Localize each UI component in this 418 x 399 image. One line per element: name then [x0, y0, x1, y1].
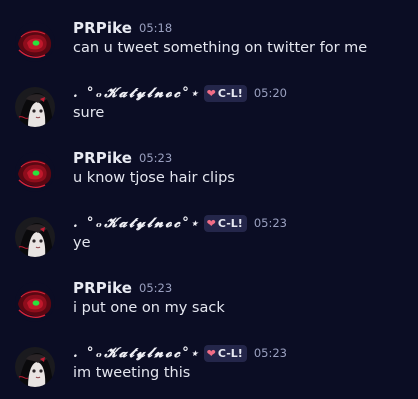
anime-girl-avatar-icon: [15, 217, 55, 257]
badge-label: C-L!: [217, 216, 243, 230]
timestamp: 05:23: [253, 346, 287, 360]
avatar[interactable]: [15, 152, 55, 192]
heart-icon: ❤: [206, 86, 216, 100]
message-text: ye: [73, 235, 91, 251]
anime-girl-avatar-icon: [15, 347, 55, 387]
chat-message[interactable]: . °ₒ𝓚𝓪𝓽𝔂𝓵𝓷𝓸𝓬°⋆ ❤ C-L! 05:23 im tweeting …: [0, 343, 418, 399]
guild-tag-badge[interactable]: ❤ C-L!: [203, 84, 247, 102]
timestamp: 05:23: [253, 216, 287, 230]
guild-tag-badge[interactable]: ❤ C-L!: [203, 214, 247, 232]
avatar[interactable]: [15, 282, 55, 322]
badge-label: C-L!: [217, 346, 243, 360]
heart-icon: ❤: [206, 346, 216, 360]
message-text: i put one on my sack: [73, 300, 225, 316]
chat-message[interactable]: . °ₒ𝓚𝓪𝓽𝔂𝓵𝓷𝓸𝓬°⋆ ❤ C-L! 05:23 ye: [0, 213, 418, 269]
heart-icon: ❤: [206, 216, 216, 230]
rose-avatar-icon: [15, 152, 55, 192]
avatar[interactable]: [15, 22, 55, 62]
message-text: sure: [73, 105, 105, 121]
timestamp: 05:23: [139, 151, 173, 165]
timestamp: 05:18: [139, 21, 173, 35]
rose-avatar-icon: [15, 22, 55, 62]
username[interactable]: . °ₒ𝓚𝓪𝓽𝔂𝓵𝓷𝓸𝓬°⋆: [73, 345, 200, 361]
message-text: can u tweet something on twitter for me: [73, 40, 368, 56]
timestamp: 05:23: [139, 281, 173, 295]
chat-message[interactable]: PRPike 05:23 i put one on my sack: [0, 278, 418, 334]
avatar[interactable]: [15, 217, 55, 257]
username[interactable]: PRPike: [73, 149, 132, 167]
chat-message-list: PRPike 05:18 can u tweet something on tw…: [0, 0, 418, 396]
chat-message[interactable]: PRPike 05:18 can u tweet something on tw…: [0, 18, 418, 74]
avatar[interactable]: [15, 347, 55, 387]
anime-girl-avatar-icon: [15, 87, 55, 127]
rose-avatar-icon: [15, 282, 55, 322]
timestamp: 05:20: [253, 86, 287, 100]
username[interactable]: PRPike: [73, 279, 132, 297]
chat-message[interactable]: . °ₒ𝓚𝓪𝓽𝔂𝓵𝓷𝓸𝓬°⋆ ❤ C-L! 05:20 sure: [0, 83, 418, 139]
username[interactable]: . °ₒ𝓚𝓪𝓽𝔂𝓵𝓷𝓸𝓬°⋆: [73, 85, 200, 101]
chat-message[interactable]: PRPike 05:23 u know tjose hair clips: [0, 148, 418, 204]
username[interactable]: PRPike: [73, 19, 132, 37]
guild-tag-badge[interactable]: ❤ C-L!: [203, 344, 247, 362]
message-text: u know tjose hair clips: [73, 170, 235, 186]
message-text: im tweeting this: [73, 365, 191, 381]
username[interactable]: . °ₒ𝓚𝓪𝓽𝔂𝓵𝓷𝓸𝓬°⋆: [73, 215, 200, 231]
badge-label: C-L!: [217, 86, 243, 100]
avatar[interactable]: [15, 87, 55, 127]
